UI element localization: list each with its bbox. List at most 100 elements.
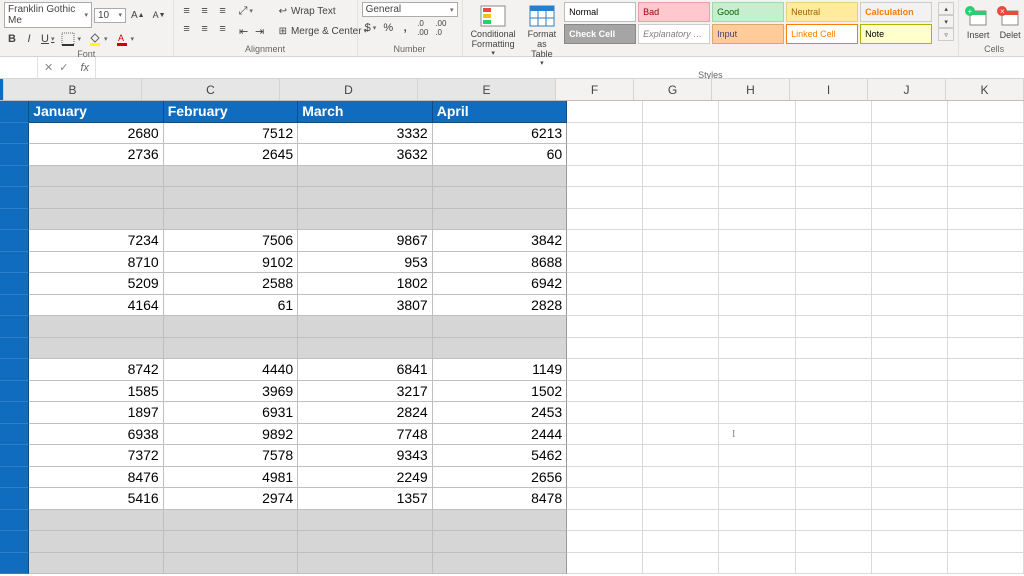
row-header[interactable] xyxy=(0,424,29,446)
style-cell-linked-cell[interactable]: Linked Cell xyxy=(786,24,858,44)
data-cell[interactable]: 4164 xyxy=(29,295,164,317)
fx-icon[interactable]: fx xyxy=(74,62,89,74)
empty-cell[interactable] xyxy=(872,209,948,231)
data-cell[interactable]: 8476 xyxy=(29,467,164,489)
empty-cell[interactable] xyxy=(719,144,795,166)
data-cell[interactable]: 3842 xyxy=(433,230,568,252)
data-cell[interactable] xyxy=(433,187,568,209)
decrease-indent-icon[interactable]: ⇤ xyxy=(236,22,252,40)
data-cell[interactable]: 6931 xyxy=(164,402,299,424)
row-header[interactable] xyxy=(0,553,29,575)
empty-cell[interactable] xyxy=(796,273,872,295)
row-header[interactable] xyxy=(0,123,29,145)
empty-cell[interactable] xyxy=(643,338,719,360)
data-cell[interactable] xyxy=(433,209,568,231)
data-cell[interactable] xyxy=(164,166,299,188)
data-cell[interactable]: 61 xyxy=(164,295,299,317)
percent-button[interactable]: % xyxy=(380,19,396,37)
style-cell-normal[interactable]: Normal xyxy=(564,2,636,22)
row-header[interactable] xyxy=(0,402,29,424)
data-cell[interactable]: 3969 xyxy=(164,381,299,403)
data-cell[interactable] xyxy=(29,338,164,360)
data-cell[interactable]: 1357 xyxy=(298,488,433,510)
header-cell[interactable]: April xyxy=(433,101,568,123)
orientation-button[interactable]: ⤢ xyxy=(236,2,256,20)
empty-cell[interactable] xyxy=(567,144,643,166)
empty-cell[interactable] xyxy=(796,101,872,123)
empty-cell[interactable] xyxy=(948,273,1024,295)
border-button[interactable] xyxy=(58,30,84,48)
italic-button[interactable]: I xyxy=(21,30,37,48)
empty-cell[interactable] xyxy=(796,187,872,209)
data-cell[interactable]: 2974 xyxy=(164,488,299,510)
row-header[interactable] xyxy=(0,338,29,360)
data-cell[interactable] xyxy=(433,510,568,532)
data-cell[interactable]: 7234 xyxy=(29,230,164,252)
empty-cell[interactable] xyxy=(872,467,948,489)
empty-cell[interactable] xyxy=(796,445,872,467)
empty-cell[interactable] xyxy=(796,488,872,510)
empty-cell[interactable] xyxy=(719,510,795,532)
data-cell[interactable]: 6841 xyxy=(298,359,433,381)
empty-cell[interactable] xyxy=(567,209,643,231)
empty-cell[interactable] xyxy=(643,467,719,489)
empty-cell[interactable] xyxy=(643,273,719,295)
data-cell[interactable]: 4440 xyxy=(164,359,299,381)
header-cell[interactable]: February xyxy=(164,101,299,123)
empty-cell[interactable] xyxy=(948,316,1024,338)
fill-color-button[interactable] xyxy=(85,30,111,48)
row-header[interactable] xyxy=(0,445,29,467)
row-header[interactable] xyxy=(0,209,29,231)
empty-cell[interactable] xyxy=(719,553,795,575)
empty-cell[interactable] xyxy=(567,295,643,317)
data-cell[interactable] xyxy=(164,338,299,360)
empty-cell[interactable] xyxy=(643,553,719,575)
empty-cell[interactable] xyxy=(567,424,643,446)
data-cell[interactable]: 4981 xyxy=(164,467,299,489)
empty-cell[interactable] xyxy=(567,510,643,532)
empty-cell[interactable] xyxy=(796,316,872,338)
empty-cell[interactable] xyxy=(948,252,1024,274)
empty-cell[interactable] xyxy=(872,187,948,209)
empty-cell[interactable] xyxy=(643,144,719,166)
data-cell[interactable]: 60 xyxy=(433,144,568,166)
empty-cell[interactable] xyxy=(719,338,795,360)
col-header-I[interactable]: I xyxy=(790,79,868,100)
data-cell[interactable]: 6938 xyxy=(29,424,164,446)
increase-font-icon[interactable]: A▲ xyxy=(128,6,148,24)
row-header[interactable] xyxy=(0,230,29,252)
empty-cell[interactable] xyxy=(796,531,872,553)
empty-cell[interactable] xyxy=(796,553,872,575)
empty-cell[interactable] xyxy=(872,295,948,317)
empty-cell[interactable] xyxy=(948,230,1024,252)
row-header[interactable] xyxy=(0,273,29,295)
empty-cell[interactable] xyxy=(643,402,719,424)
data-cell[interactable] xyxy=(298,531,433,553)
empty-cell[interactable] xyxy=(872,252,948,274)
empty-cell[interactable] xyxy=(567,252,643,274)
style-cell-calculation[interactable]: Calculation xyxy=(860,2,932,22)
align-top-icon[interactable]: ≡ xyxy=(178,2,196,20)
empty-cell[interactable] xyxy=(872,273,948,295)
row-header[interactable] xyxy=(0,101,29,123)
cancel-icon[interactable]: ✕ xyxy=(44,61,53,74)
empty-cell[interactable] xyxy=(948,381,1024,403)
data-cell[interactable]: 1897 xyxy=(29,402,164,424)
empty-cell[interactable] xyxy=(872,553,948,575)
empty-cell[interactable] xyxy=(643,166,719,188)
confirm-icon[interactable]: ✓ xyxy=(59,61,68,74)
empty-cell[interactable] xyxy=(719,445,795,467)
data-cell[interactable]: 8478 xyxy=(433,488,568,510)
data-cell[interactable] xyxy=(298,338,433,360)
empty-cell[interactable] xyxy=(643,252,719,274)
row-header[interactable] xyxy=(0,295,29,317)
empty-cell[interactable] xyxy=(948,123,1024,145)
data-cell[interactable]: 6942 xyxy=(433,273,568,295)
empty-cell[interactable] xyxy=(872,445,948,467)
empty-cell[interactable] xyxy=(948,359,1024,381)
data-cell[interactable]: 1502 xyxy=(433,381,568,403)
col-header-F[interactable]: F xyxy=(556,79,634,100)
decrease-decimal-icon[interactable]: .00.0 xyxy=(432,19,449,37)
data-cell[interactable]: 5209 xyxy=(29,273,164,295)
data-cell[interactable]: 2680 xyxy=(29,123,164,145)
